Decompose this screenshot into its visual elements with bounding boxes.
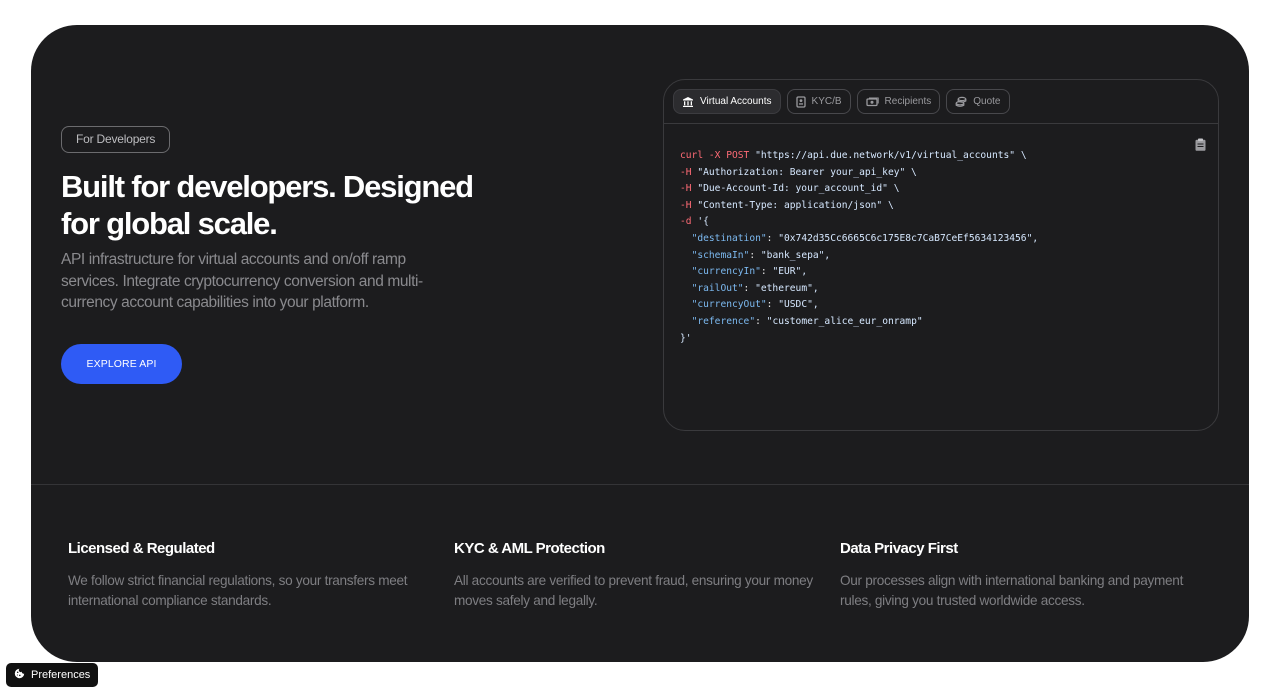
developers-section: For Developers Built for developers. Des…: [31, 25, 1249, 662]
code-block: curl -X POST "https://api.due.network/v1…: [680, 148, 1200, 347]
tab-label: Virtual Accounts: [700, 96, 772, 107]
money-icon: [865, 97, 879, 107]
code-key: "railOut": [691, 282, 744, 294]
code-line: }': [680, 331, 1200, 348]
code-url: "https://api.due.network/v1/virtual_acco…: [755, 150, 1027, 161]
cookie-icon: [14, 668, 25, 682]
code-line: -H "Authorization: Bearer your_api_key" …: [680, 165, 1200, 182]
code-key: "currencyIn": [691, 266, 761, 278]
code-key: "currencyOut": [691, 299, 767, 311]
code-flag: -H: [680, 183, 692, 195]
tab-label: KYC/B: [811, 96, 842, 107]
code-value: "customer_alice_eur_onramp": [766, 315, 923, 327]
code-value: "USDC",: [778, 299, 819, 311]
code-line: "currencyOut": "USDC",: [691, 299, 819, 311]
code-line: -d '{: [680, 214, 1200, 231]
code-line: "railOut": "ethereum",: [691, 282, 819, 294]
tab-label: Quote: [973, 96, 1001, 107]
section-tag: For Developers: [61, 126, 171, 153]
code-line: curl -X POST "https://api.due.network/v1…: [680, 148, 1200, 165]
code-header: "Due-Account-Id: your_account_id" \: [697, 183, 900, 195]
code-flag: -H: [680, 166, 692, 178]
code-body-open: '{: [697, 216, 709, 228]
code-flag: -X: [708, 150, 721, 161]
feature-description: We follow strict financial regulations, …: [68, 573, 408, 608]
code-line: "destination": "0x742d35Cc6665C6c175E8c7…: [691, 232, 1039, 244]
code-line: -H "Due-Account-Id: your_account_id" \: [680, 181, 1200, 198]
tab-recipients[interactable]: Recipients: [856, 89, 941, 114]
code-line: "currencyIn": "EUR",: [691, 266, 808, 278]
code-example-panel: Virtual Accounts KYC/B Recipients Quote: [663, 79, 1219, 431]
feature-licensed: Licensed & Regulated We follow strict fi…: [68, 540, 438, 610]
feature-title: KYC & AML Protection: [454, 540, 605, 557]
feature-description: All accounts are verified to prevent fra…: [454, 573, 813, 608]
hero-description: API infrastructure for virtual accounts …: [61, 251, 423, 311]
section-divider: [31, 484, 1249, 485]
code-key: "reference": [691, 315, 756, 327]
code-header: "Authorization: Bearer your_api_key" \: [697, 166, 917, 178]
code-line: "schemaIn": "bank_sepa",: [691, 249, 831, 261]
explore-api-button[interactable]: EXPLORE API: [61, 344, 182, 384]
code-key: "destination": [691, 232, 767, 244]
tab-quote[interactable]: Quote: [946, 89, 1010, 114]
tab-label: Recipients: [884, 96, 932, 107]
code-value: "ethereum",: [755, 282, 819, 294]
feature-kyc-aml: KYC & AML Protection All accounts are ve…: [454, 540, 824, 610]
code-line: "reference": "customer_alice_eur_onramp": [691, 315, 923, 327]
code-value: "0x742d35Cc6665C6c175E8c7CaB7CeEf5634123…: [778, 232, 1039, 244]
code-flag: -d: [680, 216, 692, 228]
page-title: Built for developers. Designed for globa…: [61, 169, 474, 241]
tab-virtual-accounts[interactable]: Virtual Accounts: [673, 89, 781, 114]
preferences-label: Preferences: [31, 669, 91, 681]
feature-title: Licensed & Regulated: [68, 540, 215, 557]
code-value: "EUR",: [772, 266, 808, 278]
code-command: curl: [680, 150, 704, 161]
code-method: POST: [726, 150, 750, 161]
id-card-icon: [795, 95, 806, 108]
code-tabs: Virtual Accounts KYC/B Recipients Quote: [664, 80, 1218, 124]
code-key: "schemaIn": [691, 249, 750, 261]
tab-kyc-b[interactable]: KYC/B: [786, 89, 851, 114]
bank-icon: [682, 96, 694, 108]
preferences-button[interactable]: Preferences: [6, 663, 99, 687]
feature-title: Data Privacy First: [840, 540, 958, 557]
coins-icon: [955, 96, 967, 108]
code-flag: -H: [680, 199, 692, 211]
code-header: "Content-Type: application/json" \: [697, 199, 894, 211]
code-body-close: }': [680, 332, 692, 344]
code-line: -H "Content-Type: application/json" \: [680, 198, 1200, 215]
code-value: "bank_sepa",: [760, 249, 831, 261]
feature-data-privacy: Data Privacy First Our processes align w…: [840, 540, 1210, 610]
feature-description: Our processes align with international b…: [840, 573, 1184, 608]
